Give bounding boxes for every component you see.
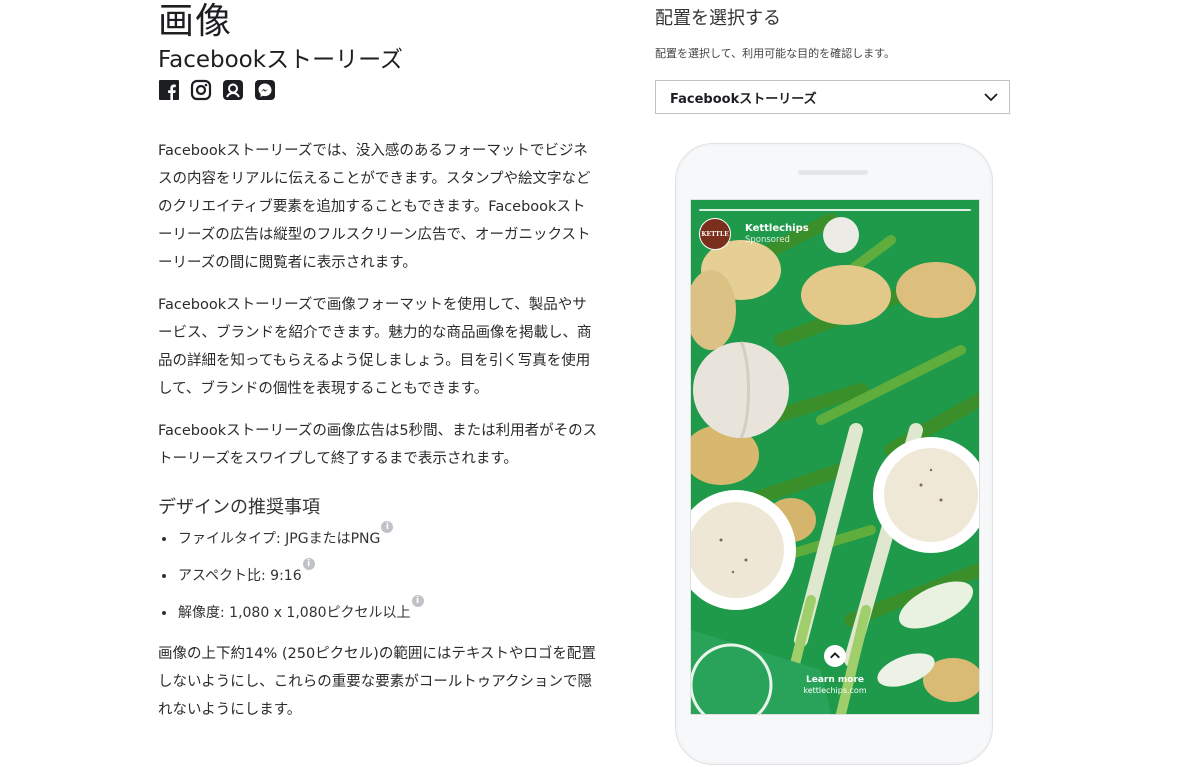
spec-list: ファイルタイプ: JPGまたはPNG i アスペクト比: 9:16 i 解像度:…	[158, 521, 598, 623]
placement-subtitle: Facebookストーリーズ	[158, 47, 403, 73]
chevron-up-icon	[824, 645, 846, 667]
instagram-icon	[190, 79, 212, 101]
recommendations-title: デザインの推奨事項	[158, 497, 320, 518]
cta-url: kettlechips.com	[803, 686, 867, 695]
description: Facebookストーリーズでは、没入感のあるフォーマットでビジネスの内容をリア…	[158, 137, 598, 473]
bullet	[162, 574, 166, 578]
bullet	[162, 537, 166, 541]
spec-item-aspect-ratio: アスペクト比: 9:16 i	[162, 558, 598, 586]
story-ad-preview: KETTLE Kettlechips Sponsored Learn more …	[690, 199, 980, 715]
ad-spec-panel: 画像 Facebookストーリーズ Facebookストーリーズでは、没入感のあ…	[158, 0, 598, 724]
placement-selector: 配置を選択する 配置を選択して、利用可能な目的を確認します。 Facebookス…	[655, 0, 1015, 114]
bullet	[162, 611, 166, 615]
phone-preview: KETTLE Kettlechips Sponsored Learn more …	[675, 143, 993, 765]
spec-label: ファイルタイプ: JPGまたはPNG	[178, 531, 381, 547]
info-icon[interactable]: i	[381, 521, 394, 533]
placement-subtext: 配置を選択して、利用可能な目的を確認します。	[655, 47, 896, 60]
cta-label: Learn more	[806, 675, 864, 685]
brand-name: Kettlechips	[745, 222, 809, 234]
description-paragraph: Facebookストーリーズで画像フォーマットを使用して、製品やサービス、ブラン…	[158, 297, 592, 397]
story-cta[interactable]: Learn more kettlechips.com	[691, 645, 979, 696]
story-brand-header: KETTLE Kettlechips Sponsored	[699, 218, 809, 250]
spec-item-file-type: ファイルタイプ: JPGまたはPNG i	[162, 521, 598, 549]
info-icon[interactable]: i	[302, 558, 315, 570]
phone-speaker	[798, 170, 868, 175]
chevron-down-icon	[984, 93, 998, 102]
brand-avatar: KETTLE	[699, 218, 731, 250]
platform-icons	[158, 79, 598, 101]
facebook-icon	[158, 79, 180, 101]
description-paragraph: Facebookストーリーズの画像広告は5秒間、または利用者がそのストーリーズを…	[158, 423, 598, 467]
ad-image	[691, 200, 979, 714]
description-paragraph: Facebookストーリーズでは、没入感のあるフォーマットでビジネスの内容をリア…	[158, 143, 591, 271]
placement-selected-value: Facebookストーリーズ	[670, 91, 817, 107]
safe-zone-note: 画像の上下約14% (250ピクセル)の範囲にはテキストやロゴを配置しないように…	[158, 646, 596, 718]
placement-dropdown[interactable]: Facebookストーリーズ	[655, 80, 1010, 114]
audience-network-icon	[222, 79, 244, 101]
spec-label: 解像度: 1,080 x 1,080ピクセル以上	[178, 605, 411, 621]
page-title: 画像	[158, 1, 233, 42]
sponsored-label: Sponsored	[745, 234, 790, 245]
placement-heading: 配置を選択する	[655, 8, 781, 29]
info-icon[interactable]: i	[411, 595, 424, 607]
spec-label: アスペクト比: 9:16	[178, 568, 302, 584]
spec-item-resolution: 解像度: 1,080 x 1,080ピクセル以上 i	[162, 595, 598, 623]
messenger-icon	[254, 79, 276, 101]
story-progress-bar	[699, 209, 971, 211]
